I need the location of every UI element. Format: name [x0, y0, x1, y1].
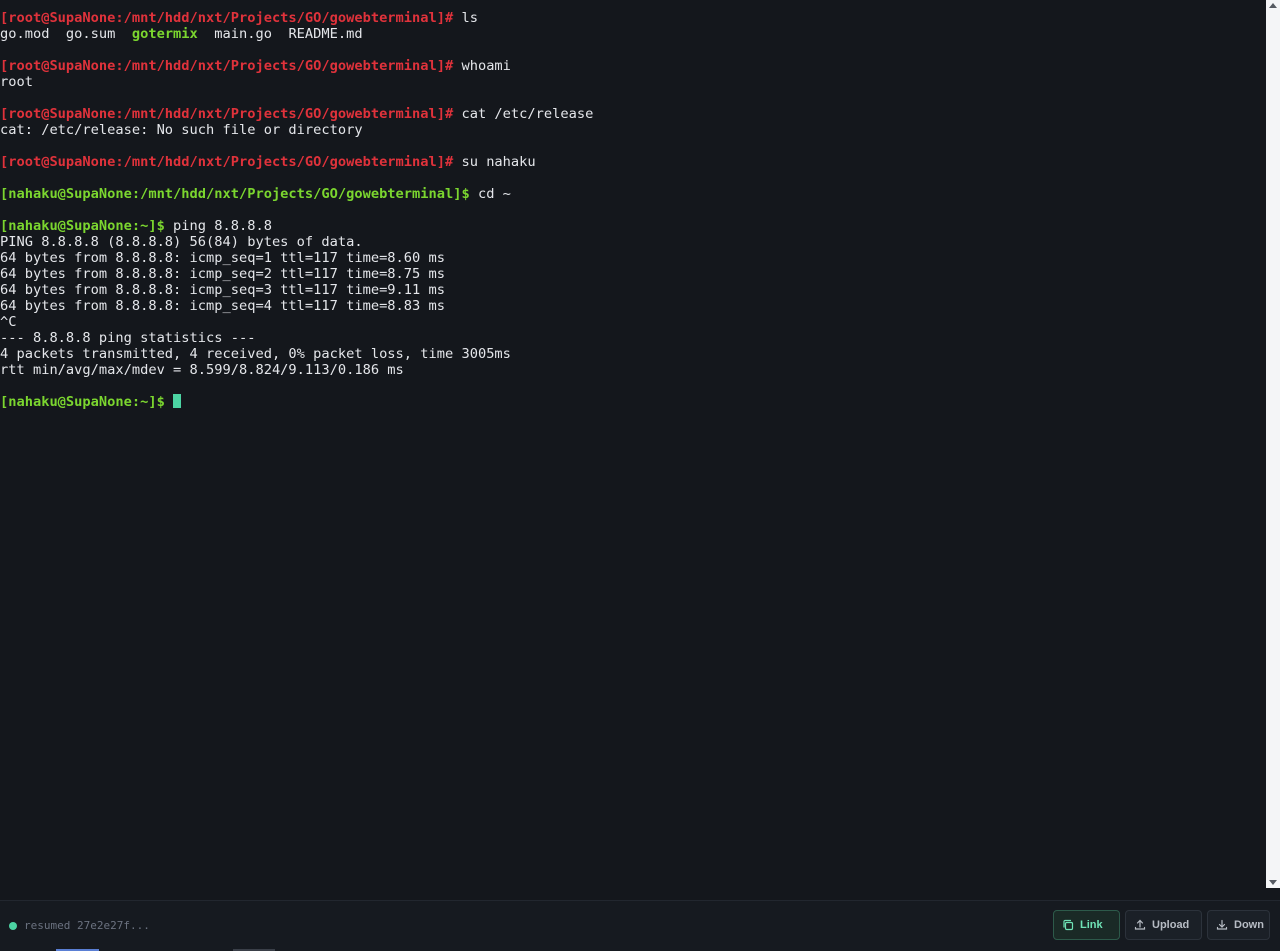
upload-button[interactable]: Upload	[1125, 910, 1202, 940]
copy-icon	[1062, 919, 1074, 931]
terminal-line: [nahaku@SupaNone:~]$ ping 8.8.8.8	[0, 218, 1266, 234]
link-button-label: Link	[1080, 919, 1103, 931]
shell-prompt: [root@SupaNone:/mnt/hdd/nxt/Projects/GO/…	[0, 10, 454, 26]
terminal-text: PING 8.8.8.8 (8.8.8.8) 56(84) bytes of d…	[0, 234, 363, 250]
terminal-line: 64 bytes from 8.8.8.8: icmp_seq=2 ttl=11…	[0, 266, 1266, 282]
terminal-text: su nahaku	[453, 154, 536, 170]
session-status-text: resumed 27e2e27f...	[24, 919, 150, 932]
shell-prompt: [nahaku@SupaNone:~]$	[0, 394, 165, 410]
shell-prompt: [nahaku@SupaNone:~]$	[0, 218, 165, 234]
terminal-text: rtt min/avg/max/mdev = 8.599/8.824/9.113…	[0, 362, 404, 378]
terminal-text: ping 8.8.8.8	[164, 218, 272, 234]
download-icon	[1216, 919, 1228, 931]
terminal-text: cat: /etc/release: No such file or direc…	[0, 122, 363, 138]
terminal-line: cat: /etc/release: No such file or direc…	[0, 122, 1266, 138]
terminal-line: rtt min/avg/max/mdev = 8.599/8.824/9.113…	[0, 362, 1266, 378]
status-bar: resumed 27e2e27f... Link Upload Down	[0, 900, 1280, 951]
terminal-text: 64 bytes from 8.8.8.8: icmp_seq=3 ttl=11…	[0, 282, 445, 298]
terminal-line: 4 packets transmitted, 4 received, 0% pa…	[0, 346, 1266, 362]
terminal-scrollbar[interactable]	[1266, 0, 1280, 888]
terminal-line: [nahaku@SupaNone:/mnt/hdd/nxt/Projects/G…	[0, 186, 1266, 202]
terminal-output[interactable]: [root@SupaNone:/mnt/hdd/nxt/Projects/GO/…	[0, 0, 1266, 900]
terminal-text: go.mod go.sum	[0, 26, 132, 42]
terminal-line: [root@SupaNone:/mnt/hdd/nxt/Projects/GO/…	[0, 10, 1266, 26]
shell-prompt: [root@SupaNone:/mnt/hdd/nxt/Projects/GO/…	[0, 58, 454, 74]
terminal-line: PING 8.8.8.8 (8.8.8.8) 56(84) bytes of d…	[0, 234, 1266, 250]
scroll-down-arrow-icon[interactable]	[1269, 880, 1277, 885]
connection-status-dot-icon	[9, 922, 17, 930]
terminal-text: ^C	[0, 314, 17, 330]
terminal-text: --- 8.8.8.8 ping statistics ---	[0, 330, 256, 346]
terminal-line: ^C	[0, 314, 1266, 330]
terminal-cursor	[173, 394, 182, 408]
terminal-line: [root@SupaNone:/mnt/hdd/nxt/Projects/GO/…	[0, 58, 1266, 74]
terminal-text: cat /etc/release	[453, 106, 594, 122]
terminal-line: --- 8.8.8.8 ping statistics ---	[0, 330, 1266, 346]
terminal-text: 4 packets transmitted, 4 received, 0% pa…	[0, 346, 511, 362]
terminal-text: gotermix	[131, 26, 198, 42]
shell-prompt: [root@SupaNone:/mnt/hdd/nxt/Projects/GO/…	[0, 154, 454, 170]
shell-prompt: [nahaku@SupaNone:/mnt/hdd/nxt/Projects/G…	[0, 186, 470, 202]
link-button[interactable]: Link	[1053, 910, 1120, 940]
download-button-label: Down	[1234, 919, 1264, 931]
terminal-text: main.go README.md	[197, 26, 363, 42]
terminal-line: 64 bytes from 8.8.8.8: icmp_seq=4 ttl=11…	[0, 298, 1266, 314]
terminal-text: 64 bytes from 8.8.8.8: icmp_seq=4 ttl=11…	[0, 298, 445, 314]
upload-icon	[1134, 919, 1146, 931]
terminal-text: cd ~	[469, 186, 511, 202]
terminal-line: 64 bytes from 8.8.8.8: icmp_seq=3 ttl=11…	[0, 282, 1266, 298]
terminal-line: [root@SupaNone:/mnt/hdd/nxt/Projects/GO/…	[0, 154, 1266, 170]
terminal-text: 64 bytes from 8.8.8.8: icmp_seq=1 ttl=11…	[0, 250, 445, 266]
upload-button-label: Upload	[1152, 919, 1190, 931]
terminal-line: [nahaku@SupaNone:~]$	[0, 394, 1266, 410]
download-button[interactable]: Down	[1207, 910, 1270, 940]
terminal-line: [root@SupaNone:/mnt/hdd/nxt/Projects/GO/…	[0, 106, 1266, 122]
shell-prompt: [root@SupaNone:/mnt/hdd/nxt/Projects/GO/…	[0, 106, 454, 122]
terminal-text: ls	[453, 10, 478, 26]
terminal-line: go.mod go.sum gotermix main.go README.md	[0, 26, 1266, 42]
terminal-text: 64 bytes from 8.8.8.8: icmp_seq=2 ttl=11…	[0, 266, 445, 282]
scroll-up-arrow-icon[interactable]	[1269, 3, 1277, 8]
terminal-text: root	[0, 74, 33, 90]
terminal-line: 64 bytes from 8.8.8.8: icmp_seq=1 ttl=11…	[0, 250, 1266, 266]
terminal-line: root	[0, 74, 1266, 90]
terminal-text: whoami	[453, 58, 511, 74]
